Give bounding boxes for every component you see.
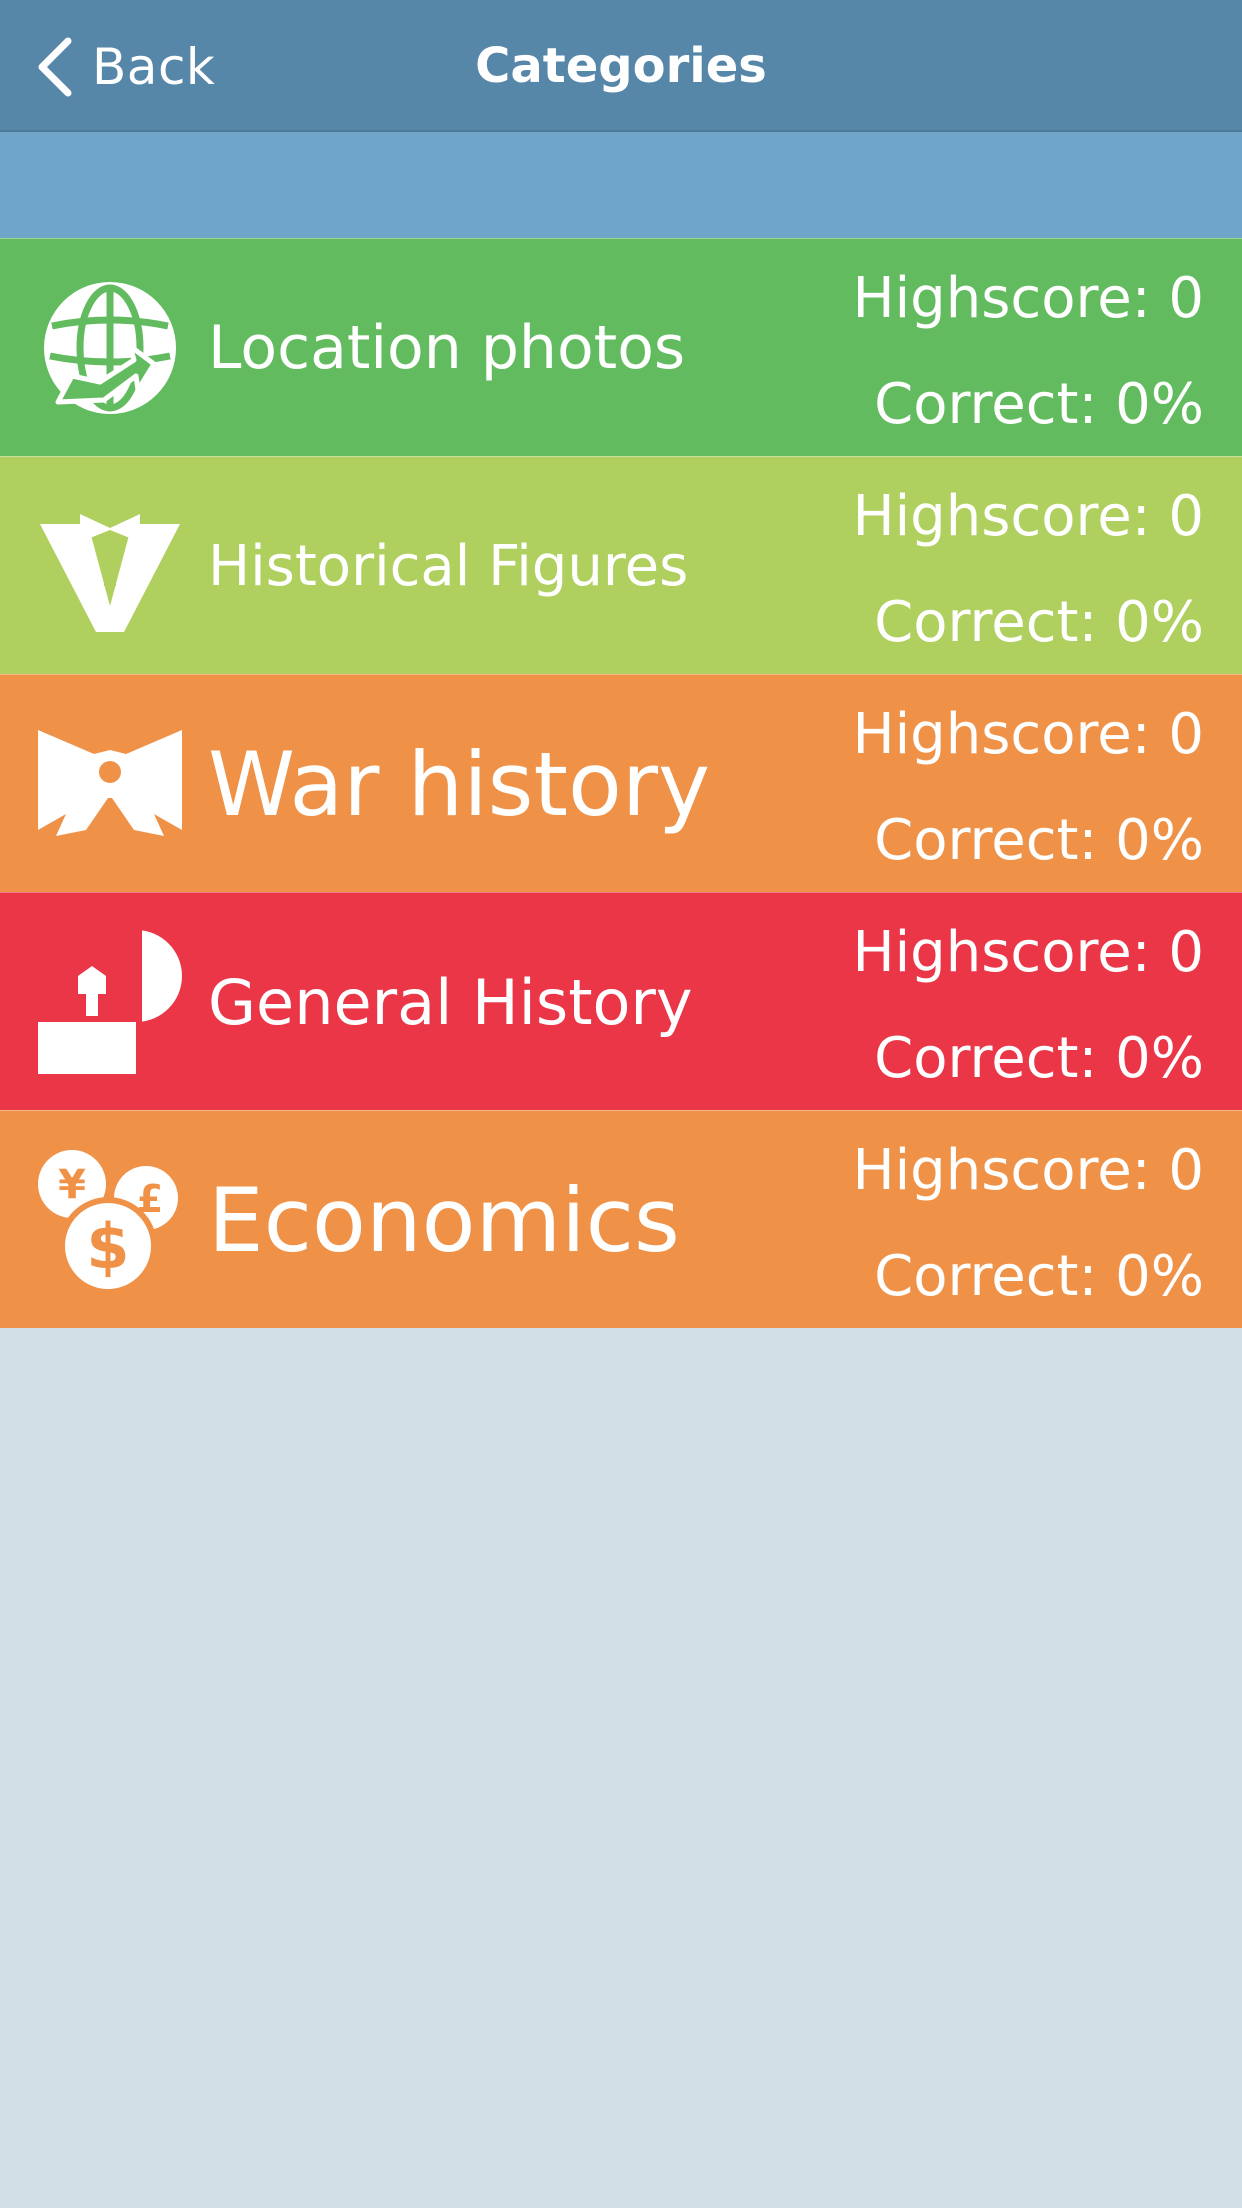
bow-icon [38, 712, 182, 856]
highscore-text: Highscore: 0 [852, 920, 1204, 985]
category-row-historical-figures[interactable]: Historical Figures Highscore: 0 Correct:… [0, 456, 1242, 674]
svg-text:$: $ [86, 1210, 129, 1283]
category-row-economics[interactable]: ¥ £ $ Economics Highscore: 0 Correct: 0% [0, 1110, 1242, 1328]
svg-text:¥: ¥ [58, 1162, 86, 1208]
highscore-text: Highscore: 0 [852, 484, 1204, 549]
svg-text:£: £ [137, 1177, 163, 1221]
page-title: Categories [475, 38, 767, 94]
category-label: Location photos [208, 313, 686, 383]
category-row-general-history[interactable]: General History Highscore: 0 Correct: 0% [0, 892, 1242, 1110]
category-list: Location photos Highscore: 0 Correct: 0%… [0, 238, 1242, 1328]
correct-text: Correct: 0% [874, 1244, 1204, 1309]
shapes-icon [38, 930, 182, 1074]
highscore-text: Highscore: 0 [852, 1138, 1204, 1203]
category-label: Historical Figures [208, 533, 689, 599]
correct-text: Correct: 0% [874, 808, 1204, 873]
category-label: General History [208, 965, 693, 1039]
tuxedo-icon [38, 494, 182, 638]
highscore-text: Highscore: 0 [852, 702, 1204, 767]
correct-text: Correct: 0% [874, 1026, 1204, 1091]
coins-icon: ¥ £ $ [38, 1148, 182, 1295]
navigation-bar: Back Categories [0, 0, 1242, 132]
globe-icon [38, 276, 182, 420]
category-row-war-history[interactable]: War history Highscore: 0 Correct: 0% [0, 674, 1242, 892]
subheader-bar [0, 132, 1242, 238]
correct-text: Correct: 0% [874, 372, 1204, 437]
category-label: War history [208, 732, 711, 836]
correct-text: Correct: 0% [874, 590, 1204, 655]
category-row-location-photos[interactable]: Location photos Highscore: 0 Correct: 0% [0, 238, 1242, 456]
highscore-text: Highscore: 0 [852, 266, 1204, 331]
category-label: Economics [208, 1168, 680, 1272]
